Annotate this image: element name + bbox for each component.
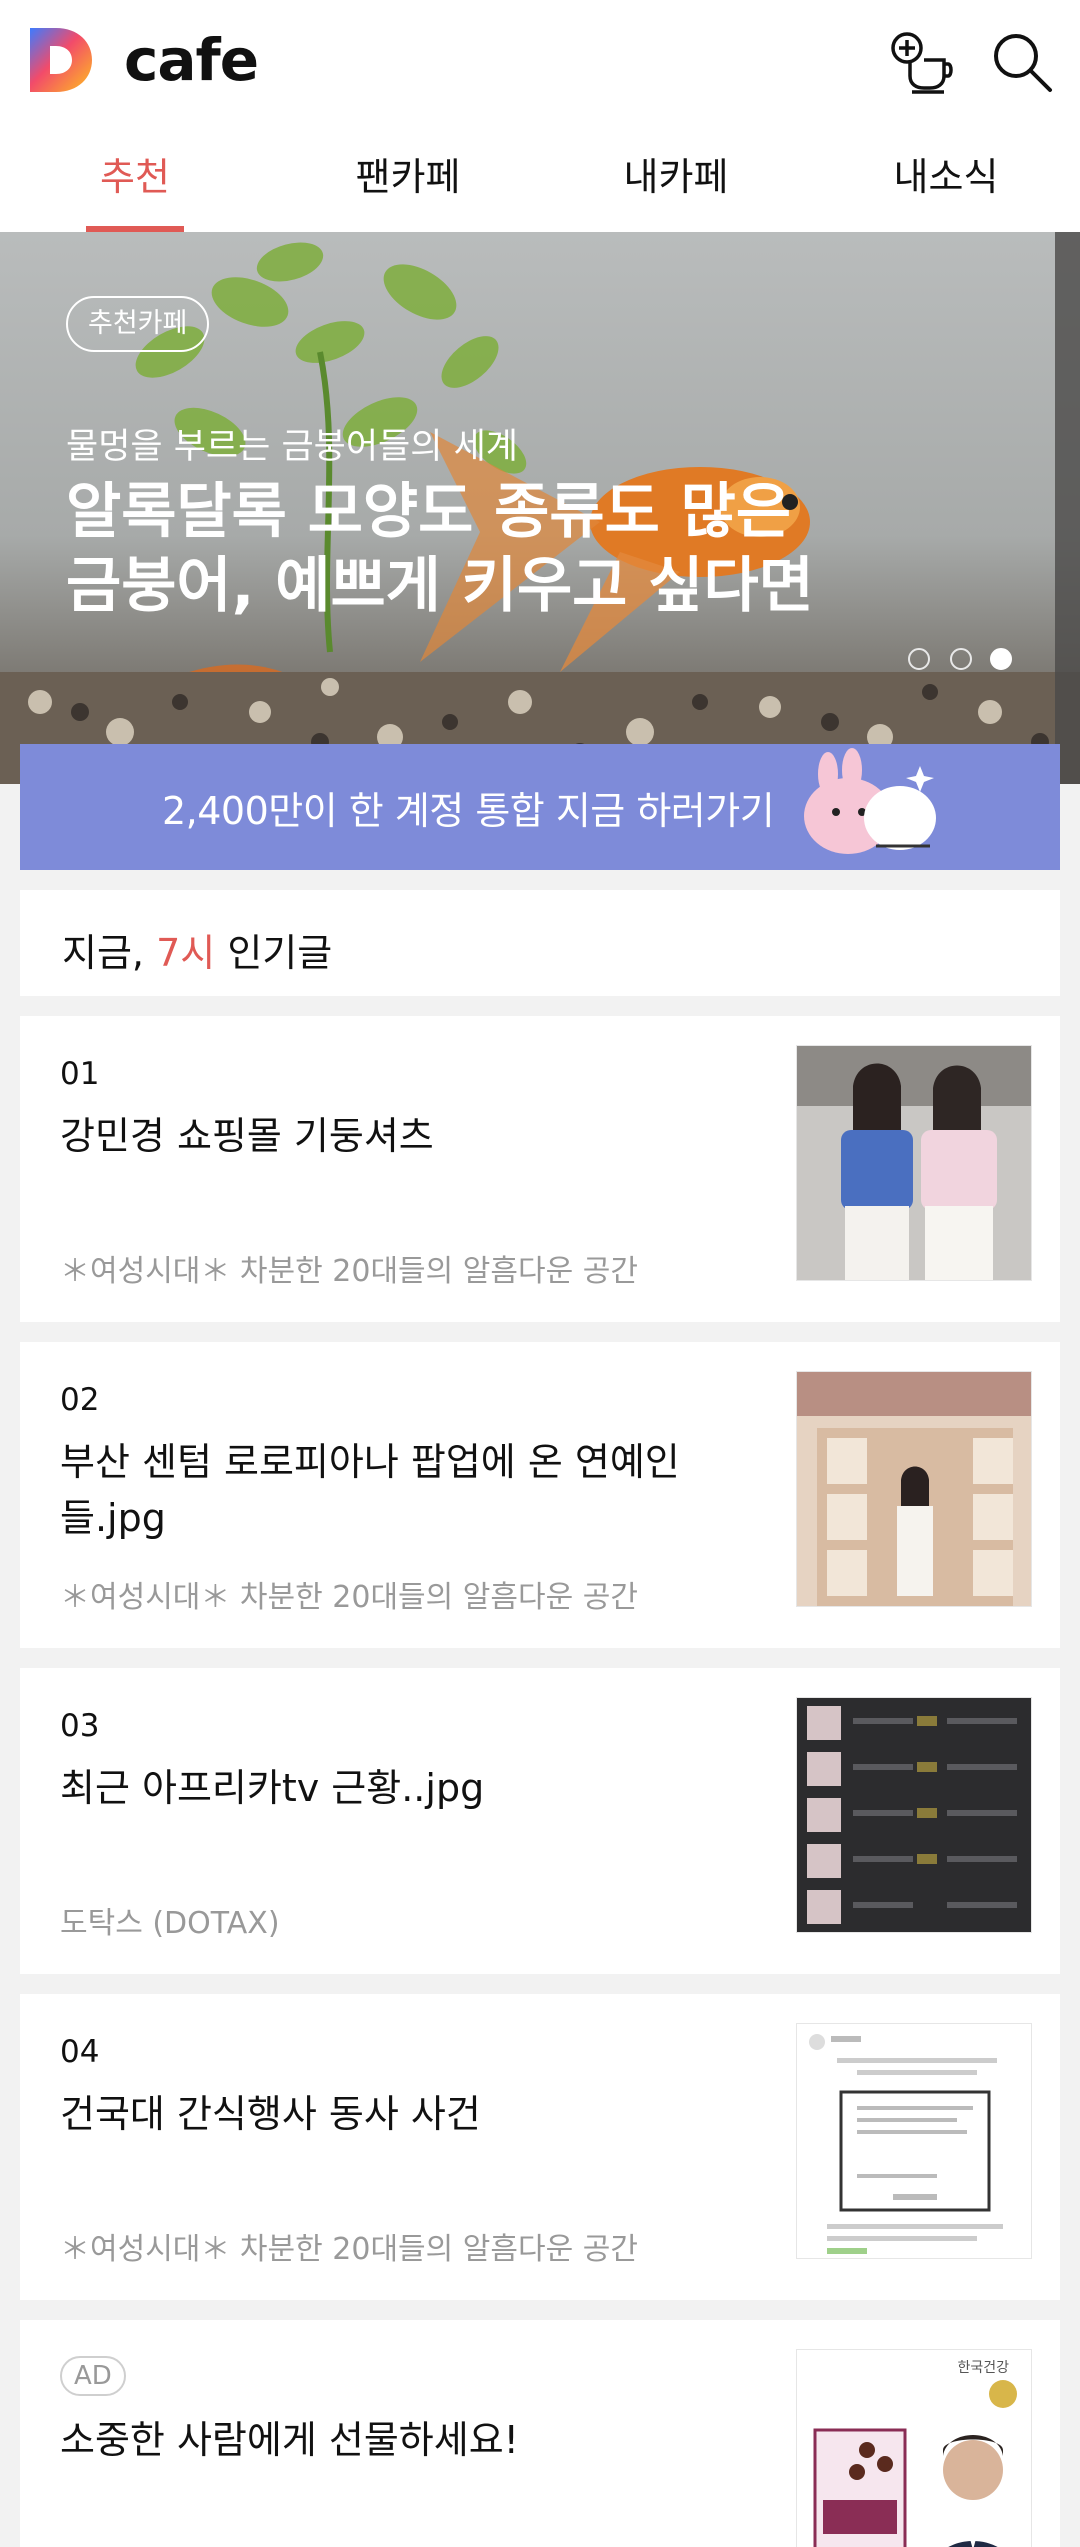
post-rank: 01 [60, 1056, 100, 1092]
carousel-dot-active[interactable] [990, 648, 1012, 670]
post-thumbnail [796, 1697, 1032, 1933]
post-source-cafe: ＊여성시대＊ 차분한 20대들의 알흠다운 공간 [60, 2232, 638, 2267]
post-card[interactable]: 04 건국대 간식행사 동사 사건 ＊여성시대＊ 차분한 20대들의 알흠다운 … [20, 1994, 1060, 2300]
tab-recommended[interactable]: 추천 [86, 146, 184, 232]
carousel-dot[interactable] [950, 648, 972, 670]
search-icon[interactable] [990, 30, 1056, 96]
daum-logo-icon[interactable] [30, 28, 92, 92]
post-title: 부산 센텀 로로피아나 팝업에 온 연예인들.jpg [60, 1440, 680, 1540]
brand-name: cafe [124, 26, 259, 94]
popular-hour: 7시 [156, 931, 216, 975]
ad-title: 소중한 사람에게 선물하세요! [60, 2418, 519, 2462]
post-title: 건국대 간식행사 동사 사건 [60, 2092, 481, 2136]
promo-text: 2,400만이 한 계정 통합 지금 하러가기 [162, 789, 775, 833]
ad-thumbnail: 한국건강 [796, 2349, 1032, 2547]
post-thumbnail [796, 2023, 1032, 2259]
post-title: 최근 아프리카tv 근황..jpg [60, 1766, 485, 1810]
popular-header-text: 지금, 7시 인기글 [62, 931, 333, 975]
account-merge-promo[interactable]: 2,400만이 한 계정 통합 지금 하러가기 [20, 744, 1060, 870]
carousel-dot[interactable] [908, 648, 930, 670]
tab-mycafe[interactable]: 내카페 [614, 146, 738, 232]
post-thumbnail [796, 1371, 1032, 1607]
post-rank: 02 [60, 1382, 100, 1418]
svg-text:한국건강: 한국건강 [957, 2360, 1009, 2376]
tab-fancafe[interactable]: 팬카페 [346, 146, 470, 232]
post-title: 강민경 쇼핑몰 기둥셔츠 [60, 1114, 434, 1158]
post-card[interactable]: 02 부산 센텀 로로피아나 팝업에 온 연예인들.jpg ＊여성시대＊ 차분한… [20, 1342, 1060, 1648]
banner-category-chip: 추천카페 [66, 296, 210, 352]
ad-card[interactable]: AD 소중한 사람에게 선물하세요! 한국건강 [20, 2320, 1060, 2547]
banner-title-line1: 알록달록 모양도 종류도 많은 [66, 477, 792, 547]
post-rank: 04 [60, 2034, 100, 2070]
post-thumbnail [796, 1045, 1032, 1281]
post-source-cafe: 도탁스 (DOTAX) [60, 1906, 280, 1941]
featured-banner[interactable]: 추천카페 물멍을 부르는 금붕어들의 세계 알록달록 모양도 종류도 많은 금붕… [0, 232, 1080, 784]
post-rank: 03 [60, 1708, 100, 1744]
popular-posts-header: 지금, 7시 인기글 [20, 890, 1060, 996]
ad-badge: AD [60, 2356, 126, 2396]
main-tabs: 추천 팬카페 내카페 내소식 [0, 130, 1080, 232]
post-card[interactable]: 01 강민경 쇼핑몰 기둥셔츠 ＊여성시대＊ 차분한 20대들의 알흠다운 공간 [20, 1016, 1060, 1322]
post-source-cafe: ＊여성시대＊ 차분한 20대들의 알흠다운 공간 [60, 1254, 638, 1289]
banner-subtitle: 물멍을 부르는 금붕어들의 세계 [66, 427, 518, 467]
character-mascot-image [804, 748, 936, 854]
post-source-cafe: ＊여성시대＊ 차분한 20대들의 알흠다운 공간 [60, 1580, 638, 1615]
cafe-cup-plus-icon[interactable] [890, 30, 956, 96]
app-header: cafe 추천 팬카페 내카페 내소식 [0, 0, 1080, 232]
tab-mynews[interactable]: 내소식 [884, 146, 1008, 232]
post-card[interactable]: 03 최근 아프리카tv 근황..jpg 도탁스 (DOTAX) [20, 1668, 1060, 1974]
banner-title-line2: 금붕어, 예쁘게 키우고 싶다면 [66, 551, 814, 621]
